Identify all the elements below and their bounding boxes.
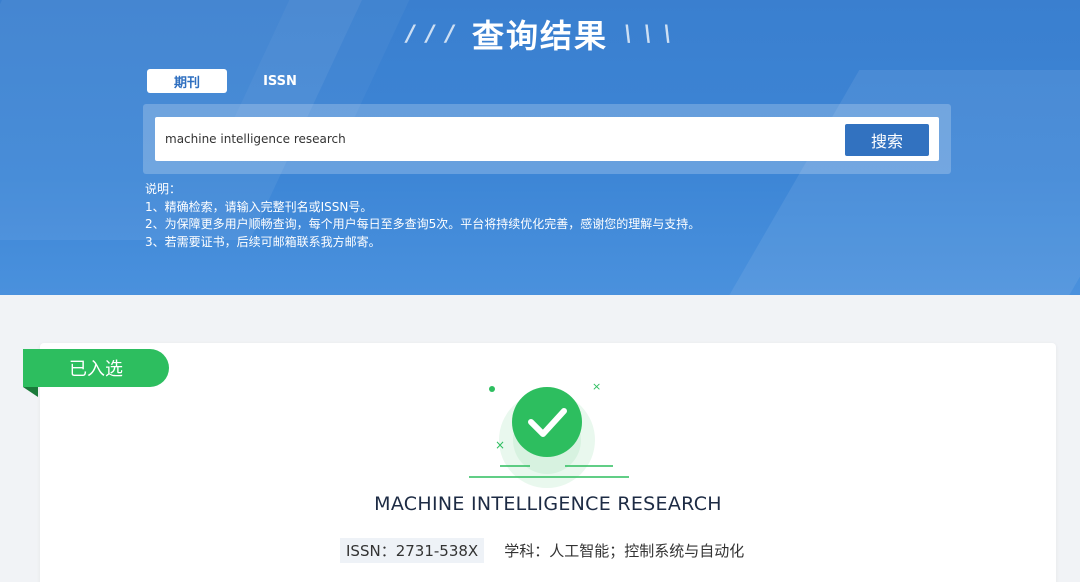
selected-badge: 已入选	[23, 349, 169, 387]
svg-text:×: ×	[592, 380, 601, 393]
title-right-decoration: \ \ \	[624, 21, 674, 47]
search-box: 搜索	[155, 117, 939, 161]
badge-fold	[23, 387, 38, 397]
instructions-heading: 说明：	[145, 182, 182, 196]
hero-banner: / / / 查询结果 \ \ \ 期刊 ISSN 搜索 说明： 1、精确检索，请…	[0, 0, 1080, 295]
svg-text:×: ×	[495, 438, 505, 452]
subject-value: 学科：人工智能；控制系统与自动化	[504, 542, 745, 560]
search-panel: 搜索	[143, 104, 951, 174]
journal-name: MACHINE INTELLIGENCE RESEARCH	[374, 493, 722, 515]
instruction-item: 1、精确检索，请输入完整刊名或ISSN号。	[145, 199, 373, 214]
search-button[interactable]: 搜索	[845, 124, 929, 156]
check-circle-icon: × ×	[469, 380, 629, 488]
instruction-item: 2、为保障更多用户顺畅查询，每个用户每日至多查询5次。平台将持续优化完善，感谢您…	[145, 217, 701, 231]
title-wrap: / / / 查询结果 \ \ \	[0, 12, 1080, 56]
search-input[interactable]	[165, 117, 825, 161]
issn-value: ISSN：2731-538X	[340, 538, 485, 563]
title-left-decoration: / / /	[406, 21, 456, 47]
instructions: 说明： 1、精确检索，请输入完整刊名或ISSN号。 2、为保障更多用户顺畅查询，…	[145, 181, 700, 251]
search-type-tabs: 期刊 ISSN	[147, 69, 333, 93]
tab-journal[interactable]: 期刊	[147, 69, 227, 93]
tab-issn[interactable]: ISSN	[227, 69, 333, 93]
journal-meta: ISSN：2731-538X 学科：人工智能；控制系统与自动化	[340, 538, 744, 563]
instruction-item: 3、若需要证书，后续可邮箱联系我方邮寄。	[145, 234, 381, 249]
page-title: 查询结果	[471, 17, 608, 55]
